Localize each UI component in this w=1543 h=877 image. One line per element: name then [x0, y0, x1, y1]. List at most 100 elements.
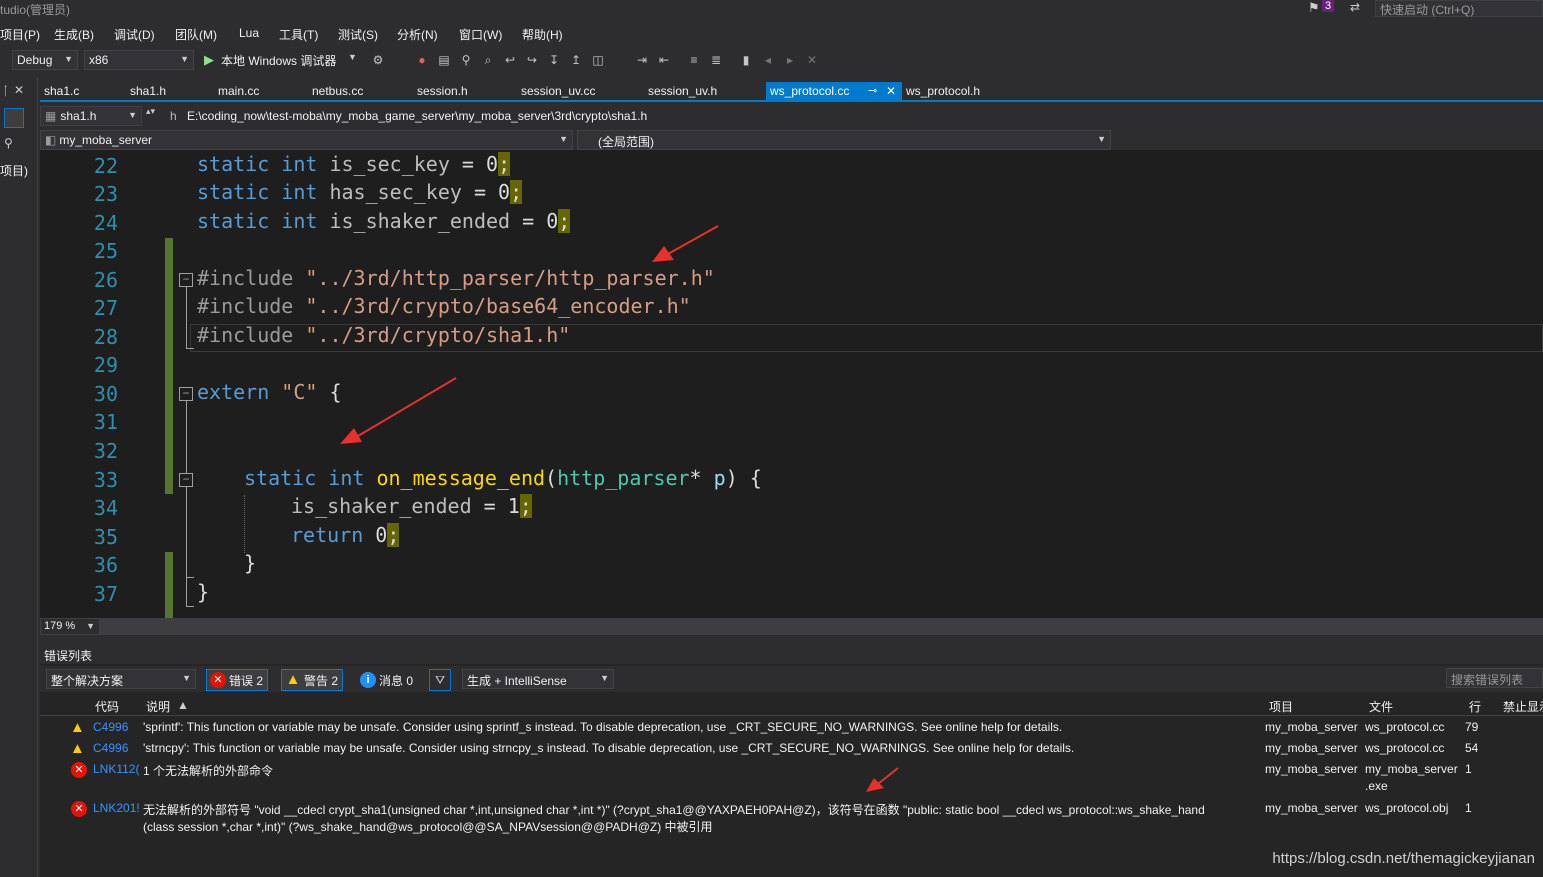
- step-icon[interactable]: ↩: [502, 52, 518, 68]
- window-title: tudio(管理员): [0, 3, 71, 17]
- error-row[interactable]: ✕ LNK112( 1 个无法解析的外部命令 my_moba_server my…: [40, 762, 1543, 798]
- menu-window[interactable]: 窗口(W): [459, 26, 502, 43]
- account-icon[interactable]: ⇄: [1350, 0, 1360, 14]
- menu-build[interactable]: 生成(B): [54, 26, 94, 43]
- column-header-row: 代码 说明 ▲ 项目 文件 行 禁止显示: [40, 694, 1543, 716]
- tab-netbus-cc[interactable]: netbus.cc: [308, 82, 367, 102]
- menu-tools[interactable]: 工具(T): [279, 26, 318, 43]
- scope-dropdown-value: (全局范围): [598, 135, 654, 149]
- zoom-dropdown[interactable]: 179 % ▼: [40, 618, 100, 635]
- outdent-icon[interactable]: ⇤: [656, 52, 672, 68]
- pin-icon[interactable]: ᛙ: [2, 84, 9, 98]
- scope-filter-dropdown[interactable]: 整个解决方案 ▼: [46, 669, 196, 689]
- chevron-down-icon: ▼: [180, 54, 189, 64]
- close-icon[interactable]: ✕: [14, 83, 24, 97]
- search-icon[interactable]: ⚲: [4, 136, 13, 150]
- tab-sha1-h[interactable]: sha1.h: [126, 82, 170, 102]
- scope-dropdown[interactable]: (全局范围) ▼: [577, 130, 1111, 150]
- attach-icon[interactable]: ⚙: [370, 52, 386, 68]
- pin-icon[interactable]: ⊸: [868, 84, 877, 97]
- tab-ws-protocol-cc[interactable]: ws_protocol.cc ⊸ ✕: [766, 82, 902, 102]
- step-into-icon[interactable]: ↧: [546, 52, 562, 68]
- error-code-link[interactable]: C4996: [93, 741, 128, 755]
- play-icon[interactable]: ▶: [204, 52, 214, 68]
- error-search-input[interactable]: 搜索错误列表: [1446, 668, 1543, 688]
- menu-analyze[interactable]: 分析(N): [397, 26, 438, 43]
- menu-project[interactable]: 项目(P): [0, 26, 40, 43]
- horizontal-scrollbar[interactable]: [100, 618, 1543, 635]
- error-row[interactable]: ▲ C4996 'sprintf': This function or vari…: [40, 720, 1543, 740]
- clear-bookmarks-icon[interactable]: ✕: [804, 52, 820, 68]
- run-debugger-button[interactable]: 本地 Windows 调试器: [221, 52, 336, 69]
- indent-icon[interactable]: ⇥: [634, 52, 650, 68]
- step-out-icon[interactable]: ↥: [568, 52, 584, 68]
- project-dropdown[interactable]: ◧ my_moba_server ▼: [40, 130, 573, 150]
- bookmark-icon[interactable]: ▮: [738, 52, 754, 68]
- uncomment-icon[interactable]: ≣: [708, 52, 724, 68]
- tab-ws-protocol-h[interactable]: ws_protocol.h: [902, 82, 984, 102]
- menu-help[interactable]: 帮助(H): [522, 26, 563, 43]
- annotation-arrow-svg: [866, 767, 899, 792]
- error-code-link[interactable]: LNK112(: [93, 762, 139, 776]
- error-list-title: 错误列表: [44, 649, 93, 663]
- breakpoint-icon[interactable]: ◫: [590, 52, 606, 68]
- messages-filter-button[interactable]: i 消息 0: [356, 669, 418, 691]
- folder-icon[interactable]: ▤: [436, 52, 452, 68]
- menu-team[interactable]: 团队(M): [175, 26, 217, 43]
- file-dropdown[interactable]: ▦ sha1.h ▼: [40, 106, 142, 126]
- file-nav-bar: ▦ sha1.h ▼ ▴▾ h E:\coding_now\test-moba\my…: [40, 104, 1543, 128]
- menu-bar: 项目(P) 生成(B) 调试(D) 团队(M) Lua 工具(T) 测试(S) …: [0, 20, 1543, 46]
- tab-main-cc[interactable]: main.cc: [214, 82, 263, 102]
- menu-test[interactable]: 测试(S): [338, 26, 378, 43]
- left-tool-strip: ᛙ ✕ ⚲ 项目): [0, 78, 38, 877]
- platform-dropdown[interactable]: x86 ▼: [84, 50, 194, 70]
- error-file: ws_protocol.cc: [1365, 720, 1445, 734]
- error-row[interactable]: ✕ LNK201! 无法解析的外部符号 "void __cdecl crypt_…: [40, 801, 1543, 837]
- find-icon[interactable]: ⚲: [458, 52, 474, 68]
- quick-launch-input[interactable]: 快速启动 (Ctrl+Q): [1375, 0, 1543, 17]
- errors-filter-button[interactable]: ✕ 错误 2: [206, 669, 269, 691]
- column-header-line[interactable]: 行: [1469, 698, 1481, 715]
- warning-icon: ▲: [70, 719, 85, 736]
- close-icon[interactable]: ✕: [886, 84, 896, 98]
- error-line: 54: [1465, 741, 1479, 755]
- tab-session-h[interactable]: session.h: [413, 82, 472, 102]
- config-dropdown[interactable]: Debug ▼: [12, 50, 78, 70]
- record-icon[interactable]: ●: [414, 52, 430, 68]
- annotation-arrow: [357, 377, 457, 437]
- tab-session-uv-cc[interactable]: session_uv.cc: [517, 82, 599, 102]
- error-icon: ✕: [210, 672, 226, 688]
- tab-sha1-c[interactable]: sha1.c: [40, 82, 83, 102]
- chevron-down-icon: ▼: [64, 54, 73, 64]
- feedback-icon[interactable]: ⚑: [1308, 0, 1320, 16]
- filter-icon[interactable]: ⛛: [429, 669, 451, 691]
- source-filter-dropdown[interactable]: 生成 + IntelliSense ▼: [462, 669, 614, 689]
- error-code-link[interactable]: LNK201!: [93, 801, 140, 815]
- prev-bookmark-icon[interactable]: ◂: [760, 52, 776, 68]
- menu-lua[interactable]: Lua: [239, 26, 259, 40]
- tab-session-uv-h[interactable]: session_uv.h: [644, 82, 721, 102]
- step-over-icon[interactable]: ↪: [524, 52, 540, 68]
- collapse-icon[interactable]: [4, 108, 24, 128]
- spin-icon[interactable]: ▴▾: [146, 106, 155, 117]
- next-bookmark-icon[interactable]: ▸: [782, 52, 798, 68]
- search-icon[interactable]: ⌕: [480, 52, 496, 68]
- column-header-suppress[interactable]: 禁止显示: [1503, 698, 1543, 715]
- notification-badge[interactable]: 3: [1322, 0, 1335, 12]
- column-header-description[interactable]: 说明: [146, 698, 170, 715]
- warnings-filter-button[interactable]: ▲ 警告 2: [281, 669, 344, 691]
- error-code-link[interactable]: C4996: [93, 720, 128, 734]
- error-icon: ✕: [71, 801, 87, 817]
- chevron-down-icon[interactable]: ▼: [348, 52, 357, 62]
- config-value: Debug: [17, 53, 53, 67]
- error-row[interactable]: ▲ C4996 'strncpy': This function or vari…: [40, 741, 1543, 761]
- warning-icon: ▲: [285, 671, 301, 688]
- column-header-project[interactable]: 项目: [1269, 698, 1293, 715]
- menu-debug[interactable]: 调试(D): [114, 26, 155, 43]
- comment-icon[interactable]: ≡: [686, 52, 702, 68]
- column-header-code[interactable]: 代码: [95, 698, 119, 715]
- code-editor[interactable]: 22 23 24 25 26 27 28 29 30 31 32 33 34 3…: [40, 150, 1543, 618]
- column-header-file[interactable]: 文件: [1369, 698, 1393, 715]
- error-description: 'strncpy': This function or variable may…: [143, 741, 1075, 755]
- error-list-panel: 错误列表 整个解决方案 ▼ ✕ 错误 2 ▲ 警告 2 i 消息 0 ⛛ 生成 + In…: [40, 642, 1543, 877]
